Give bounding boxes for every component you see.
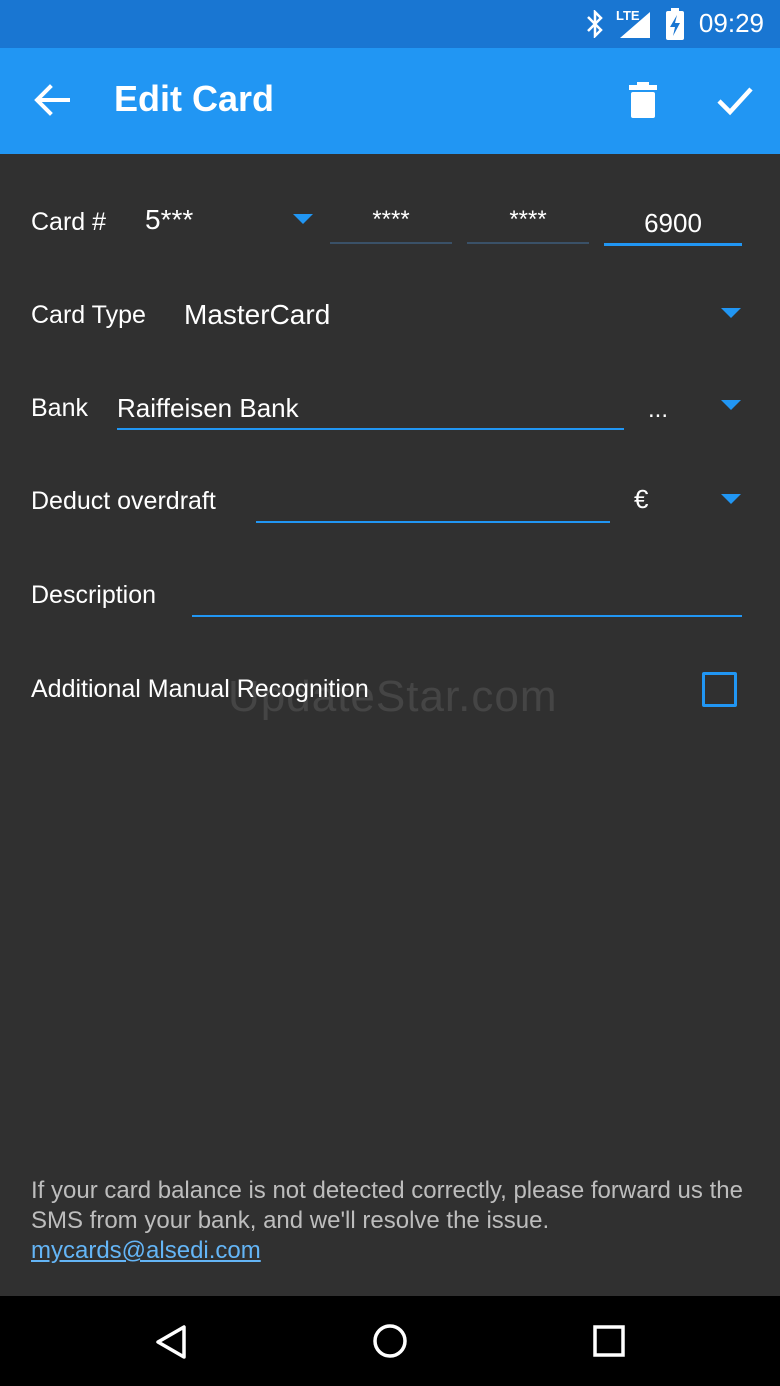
footer-message: If your card balance is not detected cor… (31, 1177, 743, 1234)
bank-input[interactable]: Raiffeisen Bank (117, 393, 299, 424)
card-number-first-select[interactable]: 5*** (145, 204, 193, 236)
watermark: UpdateStar.com (228, 672, 558, 721)
page-title: Edit Card (114, 78, 275, 119)
nav-home-icon[interactable] (372, 1323, 408, 1359)
underline (604, 243, 742, 246)
app-bar: Edit Card (0, 48, 780, 154)
underline (256, 521, 610, 523)
nav-back-icon[interactable] (154, 1324, 188, 1360)
card-number-second-field[interactable]: **** (330, 206, 452, 234)
battery-charging-icon (666, 8, 684, 40)
underline (192, 615, 742, 617)
card-number-last-field[interactable]: 6900 (604, 208, 742, 239)
underline (330, 242, 452, 244)
footer-note: If your card balance is not detected cor… (31, 1176, 751, 1266)
bluetooth-icon (587, 10, 603, 38)
overdraft-label: Deduct overdraft (31, 487, 216, 515)
nav-recents-icon[interactable] (593, 1325, 625, 1357)
card-number-label: Card # (31, 208, 107, 236)
currency-select[interactable]: € (634, 484, 648, 515)
signal-icon (620, 12, 650, 38)
delete-icon[interactable] (628, 82, 658, 118)
status-bar: LTE 09:29 (0, 0, 780, 48)
dropdown-arrow-icon[interactable] (721, 494, 741, 504)
dropdown-arrow-icon[interactable] (721, 400, 741, 410)
card-number-third-field[interactable]: **** (467, 206, 589, 234)
card-type-label: Card Type (31, 301, 146, 329)
navigation-bar (0, 1296, 780, 1386)
bank-label: Bank (31, 394, 88, 422)
support-email-link[interactable]: mycards@alsedi.com (31, 1237, 261, 1264)
card-type-select[interactable]: MasterCard (184, 299, 330, 331)
dropdown-arrow-icon[interactable] (293, 214, 313, 224)
dropdown-arrow-icon[interactable] (721, 308, 741, 318)
underline (467, 242, 589, 244)
manual-recognition-checkbox[interactable] (702, 672, 737, 707)
save-check-icon[interactable] (716, 84, 754, 116)
underline (117, 428, 624, 430)
back-arrow-icon[interactable] (34, 84, 70, 116)
description-label: Description (31, 581, 157, 609)
bank-more-button[interactable]: ... (648, 396, 668, 424)
clock: 09:29 (698, 8, 764, 38)
